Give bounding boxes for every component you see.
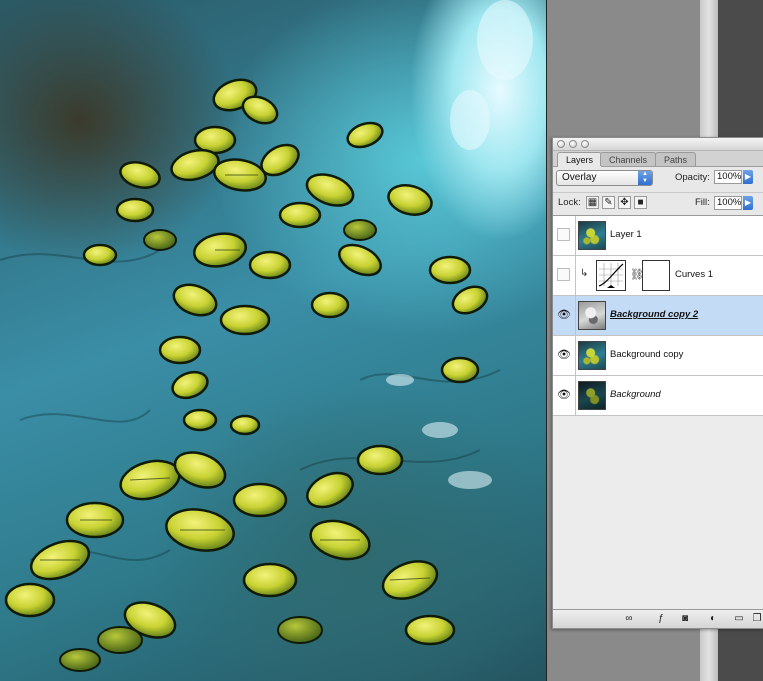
zoom-window-button[interactable] <box>581 140 589 148</box>
fill-slider-arrow-icon[interactable]: ▶ <box>743 196 753 210</box>
lock-position-move-icon[interactable]: ✥ <box>618 196 631 209</box>
layer-name: Background copy 2 <box>610 309 699 320</box>
layer-name: Background <box>610 389 661 400</box>
visibility-toggle[interactable]: 👁 <box>553 336 576 375</box>
layer-row-background-copy-2[interactable]: 👁 Background copy 2 <box>553 296 763 336</box>
layer-name: Curves 1 <box>675 269 714 280</box>
updown-arrows-icon: ▲ ▼ <box>638 171 652 185</box>
layer-row-layer-1[interactable]: Layer 1 <box>553 216 763 256</box>
palette-bottom-toolbar: ∞ ƒ ◙ ◐ ▭ ❐ <box>553 609 763 628</box>
new-layer-icon[interactable]: ❐ <box>749 612 763 625</box>
lock-label: Lock: <box>558 197 581 208</box>
lock-image-brush-icon[interactable]: ✎ <box>602 196 615 209</box>
layer-thumbnail <box>578 381 606 410</box>
opacity-slider-arrow-icon[interactable]: ▶ <box>743 170 753 184</box>
layer-name: Layer 1 <box>610 229 642 240</box>
minimize-window-button[interactable] <box>569 140 577 148</box>
add-mask-icon[interactable]: ◙ <box>677 612 693 625</box>
layer-mask-thumbnail[interactable] <box>642 260 670 291</box>
new-group-folder-icon[interactable]: ▭ <box>731 612 747 625</box>
curves-adjustment-icon[interactable] <box>596 260 626 291</box>
fill-input[interactable]: 100% <box>714 196 742 210</box>
visibility-toggle[interactable] <box>553 216 576 255</box>
new-adjustment-layer-icon[interactable]: ◐ <box>705 612 721 625</box>
eye-icon: 👁 <box>557 389 571 401</box>
opacity-input[interactable]: 100% <box>714 170 742 184</box>
layer-thumbnail <box>578 301 606 330</box>
layers-palette: Layers Channels Paths Overlay ▲ ▼ Opacity… <box>552 137 763 629</box>
lock-transparency-icon[interactable]: ▦ <box>586 196 599 209</box>
layer-name: Background copy <box>610 349 684 360</box>
plant-artwork <box>0 0 533 672</box>
lock-row: Lock: ▦ ✎ ✥ ■ Fill: 100% ▶ <box>553 192 763 213</box>
palette-tabs: Layers Channels Paths <box>553 151 763 167</box>
visibility-toggle[interactable]: 👁 <box>553 296 576 335</box>
palette-titlebar[interactable] <box>553 138 763 151</box>
tab-paths[interactable]: Paths <box>655 152 697 166</box>
visibility-toggle[interactable]: 👁 <box>553 376 576 415</box>
layer-row-background-copy[interactable]: 👁 Background copy <box>553 336 763 376</box>
blend-mode-value: Overlay <box>562 172 597 183</box>
layer-row-background[interactable]: 👁 Background <box>553 376 763 416</box>
blend-mode-select[interactable]: Overlay ▲ ▼ <box>556 170 653 186</box>
close-window-button[interactable] <box>557 140 565 148</box>
layer-thumbnail <box>578 341 606 370</box>
hidden-visibility-box <box>557 228 570 241</box>
layers-list: Layer 1 ↳ ⛓ Curves 1 👁 Background copy 2… <box>553 215 763 609</box>
link-layers-icon[interactable]: ∞ <box>621 612 637 625</box>
layer-style-icon[interactable]: ƒ <box>653 612 669 625</box>
blend-options-row: Overlay ▲ ▼ Opacity: 100% ▶ <box>553 167 763 191</box>
tab-channels[interactable]: Channels <box>600 152 657 166</box>
layer-thumbnail <box>578 221 606 250</box>
layer-row-curves-1[interactable]: ↳ ⛓ Curves 1 <box>553 256 763 296</box>
document-canvas[interactable] <box>0 0 546 681</box>
eye-icon: 👁 <box>557 309 571 321</box>
visibility-toggle[interactable] <box>553 256 576 295</box>
hidden-visibility-box <box>557 268 570 281</box>
tab-layers[interactable]: Layers <box>557 152 603 167</box>
eye-icon: 👁 <box>557 349 571 361</box>
lock-all-padlock-icon[interactable]: ■ <box>634 196 647 209</box>
clipping-arrow-icon: ↳ <box>580 268 589 279</box>
fill-label: Fill: <box>695 197 710 208</box>
opacity-label: Opacity: <box>675 172 710 183</box>
